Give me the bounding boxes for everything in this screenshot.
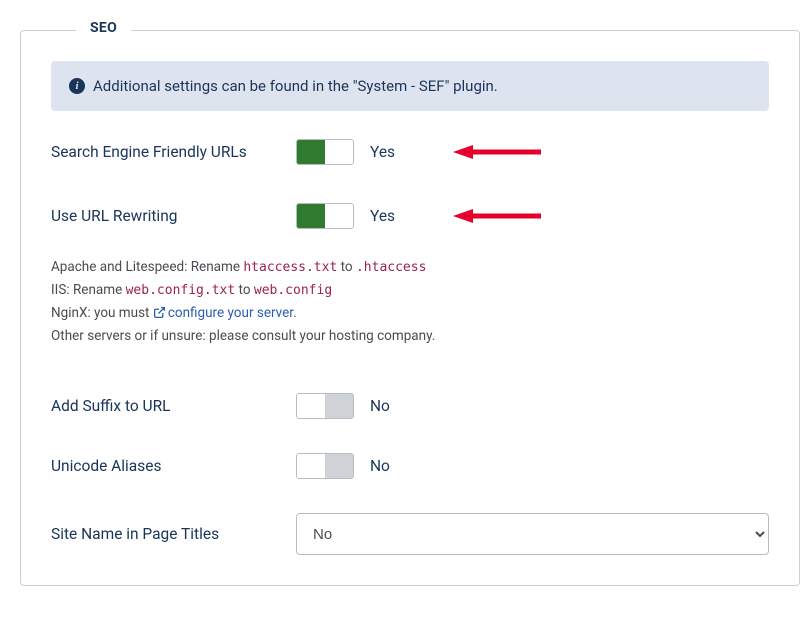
toggle-on-half [297,454,325,478]
field-row-unicode: Unicode Aliases No [51,453,769,479]
field-label: Unicode Aliases [51,457,296,475]
hint-text: . [293,305,297,321]
hint-text: to [337,259,356,275]
toggle-value: No [370,457,390,475]
external-link-icon [153,306,166,319]
toggle-off-half [325,454,353,478]
field-label: Add Suffix to URL [51,397,296,415]
panel-title: SEO [76,20,131,36]
sitename-select[interactable]: No [296,513,769,555]
server-hints: Apache and Litespeed: Rename htaccess.tx… [51,257,769,347]
code-filename: htaccess.txt [243,260,337,275]
field-label: Use URL Rewriting [51,207,296,225]
unicode-toggle[interactable] [296,453,354,479]
seo-panel: SEO i Additional settings can be found i… [20,30,800,586]
field-row-sitename: Site Name in Page Titles No [51,513,769,555]
info-alert: i Additional settings can be found in th… [51,61,769,111]
field-label: Site Name in Page Titles [51,525,296,543]
code-filename: .htaccess [356,260,426,275]
annotation-arrow-icon [453,142,543,162]
hint-text: to [235,282,254,298]
select-wrap: No [296,513,769,555]
configure-server-link[interactable]: configure your server [153,305,293,321]
hint-nginx: NginX: you must configure your server. [51,303,769,324]
toggle-on-half [297,204,325,228]
rewrite-toggle[interactable] [296,203,354,229]
toggle-on-half [297,394,325,418]
field-row-rewrite: Use URL Rewriting Yes [51,203,769,229]
toggle-value: No [370,397,390,415]
toggle-off-half [325,140,353,164]
sef-toggle[interactable] [296,139,354,165]
hint-text: IIS: Rename [51,282,126,298]
link-text: configure your server [168,305,293,321]
code-filename: web.config [254,283,332,298]
field-row-suffix: Add Suffix to URL No [51,393,769,419]
suffix-toggle[interactable] [296,393,354,419]
hint-apache: Apache and Litespeed: Rename htaccess.tx… [51,257,769,278]
field-row-sef: Search Engine Friendly URLs Yes [51,139,769,165]
hint-text: Apache and Litespeed: Rename [51,259,243,275]
toggle-off-half [325,394,353,418]
annotation-arrow-icon [453,206,543,226]
code-filename: web.config.txt [126,283,236,298]
toggle-off-half [325,204,353,228]
hint-iis: IIS: Rename web.config.txt to web.config [51,280,769,301]
hint-other: Other servers or if unsure: please consu… [51,326,769,347]
toggle-value: Yes [370,143,395,161]
alert-text: Additional settings can be found in the … [93,77,498,95]
hint-text: NginX: you must [51,305,153,321]
field-label: Search Engine Friendly URLs [51,143,296,161]
info-icon: i [69,78,85,94]
toggle-value: Yes [370,207,395,225]
toggle-on-half [297,140,325,164]
